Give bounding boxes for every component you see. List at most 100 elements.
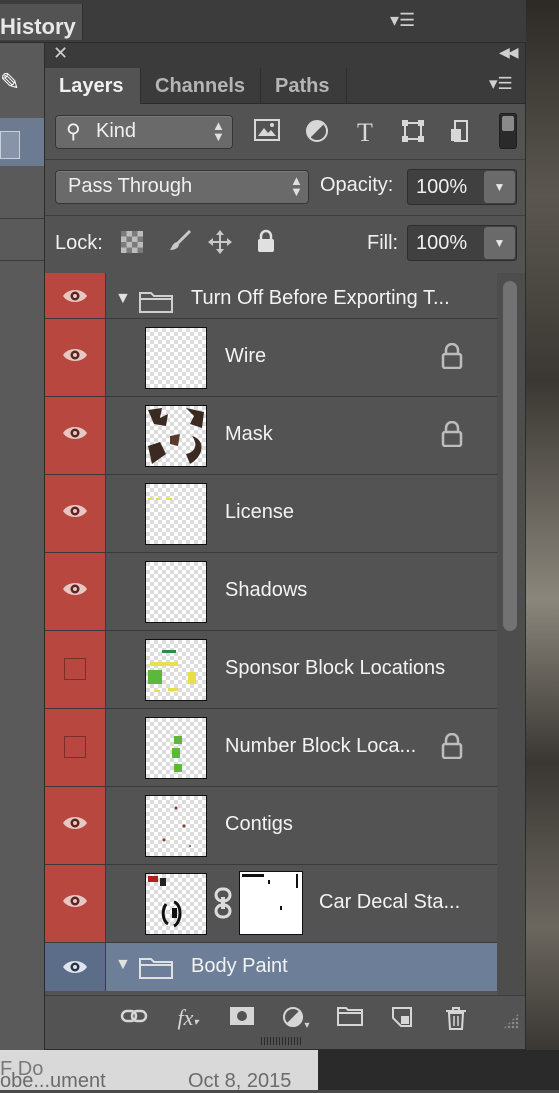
visibility-toggle[interactable] <box>45 865 106 942</box>
layer-name: Wire <box>225 345 267 367</box>
eye-icon <box>63 895 87 907</box>
close-icon[interactable]: ✕ <box>53 43 68 64</box>
layer-name: Sponsor Block Locations <box>225 657 446 679</box>
layer-thumbnail[interactable] <box>145 795 207 857</box>
visibility-toggle[interactable] <box>45 943 106 991</box>
layer-row-license[interactable]: License <box>45 475 497 553</box>
layer-thumbnail[interactable] <box>145 873 207 935</box>
layer-thumbnail[interactable] <box>145 405 207 467</box>
lock-image-pixels-icon[interactable] <box>167 229 193 255</box>
layer-group-body-paint[interactable]: ▼ Body Paint <box>45 943 497 991</box>
lock-all-icon[interactable] <box>253 229 279 255</box>
layer-row-wire[interactable]: Wire <box>45 319 497 397</box>
layer-name: Contigs <box>225 813 293 835</box>
adjustment-filter-icon[interactable] <box>303 119 331 147</box>
divider <box>0 260 46 261</box>
layer-name: Number Block Loca... <box>225 735 417 757</box>
hidden-visibility-box <box>64 658 86 680</box>
layer-thumbnail[interactable] <box>145 639 207 701</box>
layer-thumbnail[interactable] <box>145 717 207 779</box>
visibility-toggle[interactable] <box>45 631 106 708</box>
panel-tabs: Layers Channels Paths <box>45 65 525 104</box>
disclosure-triangle-icon[interactable]: ▼ <box>115 290 131 308</box>
visibility-toggle[interactable] <box>45 319 106 396</box>
new-group-folder-icon[interactable] <box>335 1006 365 1030</box>
tab-layers[interactable]: Layers <box>45 68 141 104</box>
visibility-toggle[interactable] <box>45 787 106 864</box>
layer-name: Car Decal Sta... <box>319 891 461 913</box>
panel-drag-handle[interactable] <box>261 1037 301 1045</box>
new-layer-icon[interactable] <box>387 1006 417 1030</box>
eye-icon <box>63 290 87 302</box>
lock-icon <box>441 733 463 759</box>
history-menu-icon[interactable]: ▾☰ <box>390 10 415 31</box>
divider <box>45 215 525 216</box>
fill-label: Fill: <box>367 232 399 254</box>
divider <box>45 159 525 160</box>
collapse-icon[interactable]: ◀◀ <box>499 44 518 61</box>
tab-channels[interactable]: Channels <box>141 68 261 104</box>
filter-kind-select[interactable]: ⚲ Kind ▲ ▼ <box>55 115 233 149</box>
layer-row-number-block-locations[interactable]: Number Block Loca... <box>45 709 497 787</box>
layer-row-sponsor-block-locations[interactable]: Sponsor Block Locations <box>45 631 497 709</box>
opacity-slider-dropdown[interactable]: ▼ <box>484 171 515 203</box>
layer-row-contigs[interactable]: Contigs <box>45 787 497 865</box>
disclosure-triangle-icon[interactable]: ▼ <box>115 956 131 974</box>
chevron-updown-icon: ▲ ▼ <box>212 118 225 144</box>
layer-row-mask[interactable]: Mask <box>45 397 497 475</box>
shape-filter-icon[interactable] <box>399 119 427 147</box>
link-icon[interactable] <box>213 887 233 919</box>
layer-mask-thumbnail[interactable] <box>239 871 303 935</box>
trash-icon[interactable] <box>441 1006 471 1030</box>
layer-group-row[interactable]: ▼ Turn Off Before Exporting T... <box>45 273 497 319</box>
eye-icon <box>63 961 87 973</box>
lock-transparent-pixels-icon[interactable] <box>119 229 145 255</box>
history-tab-label: History <box>0 14 76 39</box>
layers-bottom-toolbar: fx▾ ▾ <box>45 995 525 1038</box>
background-photo <box>526 0 559 1090</box>
layer-row-car-decal[interactable]: Car Decal Sta... <box>45 865 497 943</box>
opacity-label: Opacity: <box>320 174 394 196</box>
panel-menu-icon[interactable]: ▾☰ <box>489 74 513 94</box>
fill-field[interactable]: 100% ▼ <box>407 225 517 261</box>
lock-label: Lock: <box>55 232 103 254</box>
history-tab[interactable]: History <box>0 4 83 40</box>
layer-name: Shadows <box>225 579 308 601</box>
fill-value: 100% <box>416 232 468 254</box>
panel-title-bar[interactable]: ✕ ◀◀ <box>45 43 525 65</box>
opacity-field[interactable]: 100% ▼ <box>407 169 517 205</box>
lock-icon <box>441 421 463 447</box>
visibility-toggle[interactable] <box>45 553 106 630</box>
filter-toggle-switch[interactable] <box>499 113 517 149</box>
layer-thumbnail[interactable] <box>145 561 207 623</box>
tab-paths[interactable]: Paths <box>261 68 347 104</box>
adjustment-layer-icon[interactable]: ▾ <box>281 1006 311 1031</box>
link-layers-icon[interactable] <box>119 1006 149 1030</box>
visibility-toggle[interactable] <box>45 709 106 786</box>
visibility-toggle[interactable] <box>45 397 106 474</box>
smart-object-filter-icon[interactable] <box>447 119 475 147</box>
fill-slider-dropdown[interactable]: ▼ <box>484 227 515 259</box>
search-icon: ⚲ <box>66 121 81 143</box>
chevron-updown-icon: ▲ ▼ <box>290 173 303 199</box>
divider <box>0 218 46 219</box>
lock-position-icon[interactable] <box>207 229 233 255</box>
visibility-toggle[interactable] <box>45 273 106 318</box>
eye-icon <box>63 583 87 595</box>
folder-icon <box>139 958 173 979</box>
layer-name: Turn Off Before Exporting T... <box>191 287 450 309</box>
layer-thumbnail[interactable] <box>145 483 207 545</box>
fx-icon[interactable]: fx▾ <box>173 1006 203 1030</box>
eye-icon <box>63 427 87 439</box>
visibility-toggle[interactable] <box>45 475 106 552</box>
add-mask-icon[interactable] <box>227 1006 257 1030</box>
eye-icon <box>63 349 87 361</box>
type-filter-icon[interactable]: T <box>351 119 379 147</box>
layer-thumbnail[interactable] <box>145 327 207 389</box>
brush-icon[interactable]: ✎ <box>0 68 22 98</box>
blend-mode-select[interactable]: Pass Through ▲ ▼ <box>55 170 309 204</box>
scrollbar-thumb[interactable] <box>503 281 517 631</box>
pixel-filter-icon[interactable] <box>253 119 281 147</box>
layer-row-shadows[interactable]: Shadows <box>45 553 497 631</box>
lock-icon <box>441 343 463 369</box>
